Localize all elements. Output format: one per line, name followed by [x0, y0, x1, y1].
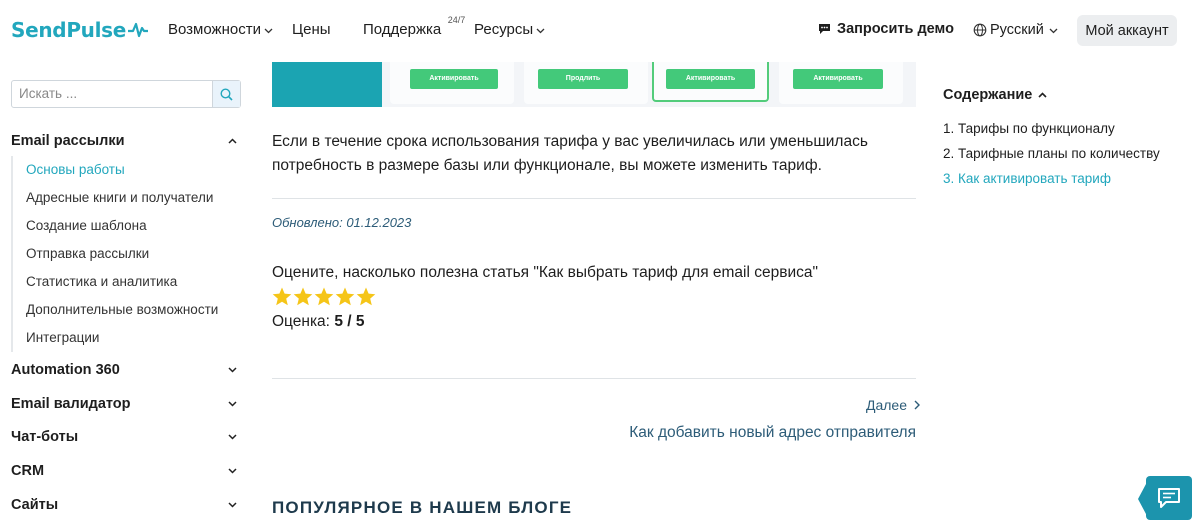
nav-features-label: Возможности [168, 21, 261, 38]
chevron-down-icon [228, 367, 237, 373]
hero-accent-block [272, 62, 382, 107]
star-icon[interactable] [356, 287, 376, 306]
extend-mini-button: Продлить [538, 69, 628, 89]
tariff-card: Активировать [779, 62, 903, 104]
nav-support[interactable]: Поддержка 24/7 [363, 15, 465, 38]
section-label: Чат-боты [11, 429, 79, 445]
language-label: Русский [990, 22, 1044, 38]
toc-item-functional[interactable]: 1. Тарифы по функционалу [943, 121, 1115, 136]
globe-icon [973, 23, 987, 37]
chevron-down-icon [228, 502, 237, 508]
support-badge: 24/7 [447, 15, 466, 25]
tariff-screenshot-image: Активировать Продлить Активировать Актив… [272, 62, 916, 107]
sidebar-section-automation[interactable]: Automation 360 [11, 362, 241, 378]
search-icon [220, 87, 233, 101]
tariff-card-selected: Активировать [652, 62, 769, 102]
next-label: Далее [866, 397, 908, 413]
toc-item-quantity[interactable]: 2. Тарифные планы по количеству [943, 146, 1160, 161]
sidebar-item-template[interactable]: Создание шаблона [11, 212, 231, 240]
nav-features[interactable]: Возможности [168, 21, 273, 38]
updated-date: Обновлено: 01.12.2023 [272, 215, 412, 230]
rating-question: Оцените, насколько полезна статья "Как в… [272, 264, 818, 281]
chevron-down-icon [228, 401, 237, 407]
request-demo-label: Запросить демо [837, 21, 954, 37]
nav-resources-label: Ресурсы [474, 21, 534, 38]
chevron-down-icon [536, 28, 545, 33]
section-label: Сайты [11, 497, 59, 513]
tariff-card: Активировать [390, 62, 514, 104]
chat-bubble-icon [819, 24, 830, 34]
activate-mini-button: Активировать [793, 69, 883, 89]
rating-score: Оценка: 5 / 5 [272, 313, 364, 331]
sendpulse-logo[interactable]: SendPulse [11, 18, 149, 42]
pulse-icon [128, 22, 149, 38]
divider [272, 378, 916, 379]
rating-score-value: 5 / 5 [334, 313, 365, 330]
section-label: CRM [11, 463, 45, 479]
sidebar-section-email[interactable]: Email рассылки [11, 133, 241, 149]
chat-widget-pointer [1138, 484, 1146, 514]
activate-mini-button: Активировать [666, 69, 755, 89]
toc-title: Содержание [943, 87, 1033, 103]
section-label: Email рассылки [11, 133, 125, 149]
sidebar-item-stats[interactable]: Статистика и аналитика [11, 268, 231, 296]
chevron-up-icon [1038, 92, 1047, 98]
chevron-right-icon [914, 400, 921, 410]
toc-item-activate[interactable]: 3. Как активировать тариф [943, 171, 1111, 186]
rating-stars[interactable] [272, 287, 377, 306]
divider [272, 198, 916, 199]
sidebar-item-sending[interactable]: Отправка рассылки [11, 240, 231, 268]
search-box: Искать ... [11, 80, 241, 108]
section-label: Automation 360 [11, 362, 120, 378]
chevron-down-icon [228, 468, 237, 474]
sidebar-section-sites[interactable]: Сайты [11, 497, 241, 513]
toc-toggle[interactable]: Содержание [943, 87, 1047, 103]
next-article-title[interactable]: Как добавить новый адрес отправителя [629, 424, 916, 442]
sidebar-item-address-books[interactable]: Адресные книги и получатели [11, 184, 231, 212]
sidebar-section-validator[interactable]: Email валидатор [11, 396, 241, 412]
site-header: SendPulse Возможности Цены Поддержка 24/… [0, 0, 1200, 62]
search-input[interactable]: Искать ... [12, 81, 212, 107]
sidebar-item-integrations[interactable]: Интеграции [11, 324, 231, 352]
sidebar-item-basics[interactable]: Основы работы [11, 156, 231, 184]
chevron-down-icon [264, 28, 273, 33]
star-icon[interactable] [335, 287, 355, 306]
nav-support-label: Поддержка [363, 21, 442, 38]
chevron-down-icon [1049, 28, 1058, 34]
rating-score-label: Оценка: [272, 313, 330, 330]
chat-icon [1158, 488, 1180, 508]
my-account-button[interactable]: Мой аккаунт [1077, 15, 1177, 46]
popular-blog-heading: ПОПУЛЯРНОЕ В НАШЕМ БЛОГЕ [272, 498, 573, 517]
logo-text: SendPulse [11, 18, 127, 42]
request-demo-link[interactable]: Запросить демо [818, 21, 954, 37]
star-icon[interactable] [314, 287, 334, 306]
chevron-down-icon [228, 434, 237, 440]
language-selector[interactable]: Русский [973, 22, 1061, 38]
star-icon[interactable] [293, 287, 313, 306]
nav-pricing[interactable]: Цены [292, 21, 331, 38]
chat-widget-button[interactable] [1146, 476, 1192, 520]
nav-resources[interactable]: Ресурсы [474, 21, 545, 38]
sidebar-section-crm[interactable]: CRM [11, 463, 241, 479]
sidebar-section-chatbots[interactable]: Чат-боты [11, 429, 241, 445]
activate-mini-button: Активировать [410, 69, 498, 89]
star-icon[interactable] [272, 287, 292, 306]
sidebar-item-extra[interactable]: Дополнительные возможности [11, 296, 231, 324]
tariff-card: Продлить [524, 62, 648, 104]
article-paragraph: Если в течение срока использования тариф… [272, 133, 868, 174]
section-label: Email валидатор [11, 396, 131, 412]
nav-pricing-label: Цены [292, 21, 331, 38]
next-article-link[interactable]: Далее [866, 397, 921, 413]
search-button[interactable] [212, 81, 240, 107]
chevron-up-icon [228, 138, 237, 144]
